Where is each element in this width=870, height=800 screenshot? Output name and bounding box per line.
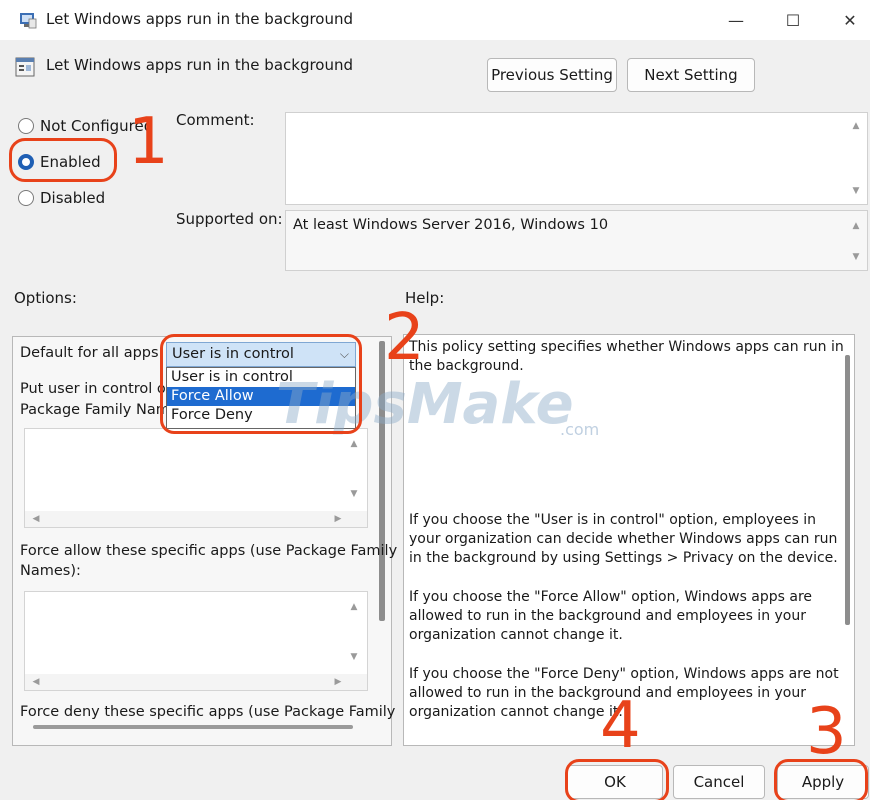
- comment-label: Comment:: [176, 111, 255, 129]
- watermark-suffix: .com: [560, 420, 600, 439]
- force-allow-list[interactable]: ▲ ▼ ◀ ▶: [24, 591, 368, 691]
- radio-circle[interactable]: [18, 118, 34, 134]
- cancel-button[interactable]: Cancel: [673, 765, 765, 799]
- callout-dropdown: [160, 334, 362, 434]
- scroll-up-icon[interactable]: ▲: [849, 219, 863, 233]
- scroll-left-icon[interactable]: ◀: [29, 675, 43, 689]
- options-label: Options:: [14, 289, 77, 307]
- radio-disabled[interactable]: Disabled: [18, 186, 105, 210]
- force-allow-label-cont: Names):: [20, 563, 81, 579]
- user-in-control-list[interactable]: ▲ ▼ ◀ ▶: [24, 428, 368, 528]
- supported-on-value: At least Windows Server 2016, Windows 10: [293, 217, 609, 233]
- help-scrollbar-thumb[interactable]: [845, 355, 850, 625]
- step-number-1: 1: [128, 105, 169, 179]
- radio-circle[interactable]: [18, 190, 34, 206]
- horizontal-scrollbar[interactable]: ◀ ▶: [25, 511, 367, 527]
- scroll-up-icon[interactable]: ▲: [849, 119, 863, 133]
- minimize-button[interactable]: —: [713, 6, 759, 34]
- step-number-4: 4: [600, 689, 641, 763]
- user-in-control-label-cont: Package Family Nam: [20, 402, 170, 418]
- close-button[interactable]: ✕: [827, 6, 870, 34]
- next-setting-button[interactable]: Next Setting: [627, 58, 755, 92]
- previous-setting-button[interactable]: Previous Setting: [487, 58, 617, 92]
- scroll-down-icon[interactable]: ▼: [347, 650, 361, 664]
- supported-on-label: Supported on:: [176, 210, 283, 228]
- scroll-down-icon[interactable]: ▼: [849, 184, 863, 198]
- scroll-left-icon[interactable]: ◀: [29, 512, 43, 526]
- force-allow-label: Force allow these specific apps (use Pac…: [20, 543, 398, 559]
- scroll-right-icon[interactable]: ▶: [331, 675, 345, 689]
- scroll-right-icon[interactable]: ▶: [331, 512, 345, 526]
- help-paragraph: If you choose the "User is in control" o…: [409, 512, 838, 566]
- scroll-up-icon[interactable]: ▲: [347, 600, 361, 614]
- force-deny-label: Force deny these specific apps (use Pack…: [20, 704, 396, 720]
- scroll-down-icon[interactable]: ▼: [347, 487, 361, 501]
- scroll-up-icon[interactable]: ▲: [347, 437, 361, 451]
- help-paragraph: If you choose the "Force Allow" option, …: [409, 589, 813, 643]
- callout-enabled: [9, 138, 117, 182]
- radio-label: Disabled: [40, 189, 106, 207]
- help-paragraph: This policy setting specifies whether Wi…: [409, 339, 844, 374]
- maximize-button[interactable]: ☐: [770, 6, 816, 34]
- step-number-2: 2: [384, 301, 425, 375]
- comment-field[interactable]: ▲ ▼: [285, 112, 868, 205]
- policy-editor-icon: [18, 10, 38, 30]
- default-for-all-apps-label: Default for all apps:: [20, 345, 164, 361]
- user-in-control-label: Put user in control of: [20, 381, 171, 397]
- scroll-down-icon[interactable]: ▼: [849, 250, 863, 264]
- horizontal-scrollbar[interactable]: ◀ ▶: [25, 674, 367, 690]
- setting-icon: [14, 56, 36, 78]
- window-title: Let Windows apps run in the background: [46, 10, 354, 28]
- callout-ok: [565, 759, 669, 800]
- options-hscrollbar-thumb[interactable]: [33, 725, 353, 729]
- step-number-3: 3: [806, 695, 847, 769]
- setting-name: Let Windows apps run in the background: [46, 56, 354, 74]
